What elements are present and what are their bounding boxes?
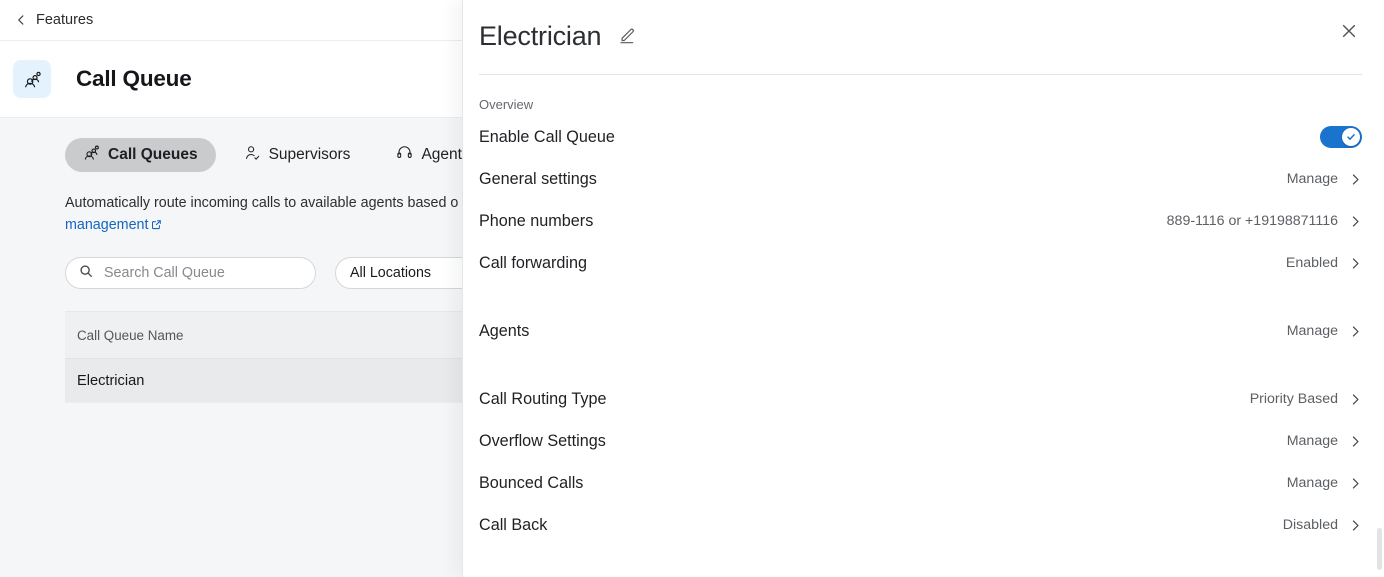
row-phone-numbers-control: 889-1116 or +19198871116 xyxy=(1167,213,1362,229)
external-link-icon xyxy=(151,215,162,230)
call-queue-detail-panel: Electrician Overview Enable Call Queue G… xyxy=(462,0,1384,577)
row-overflow-settings-control: Manage xyxy=(1287,433,1362,449)
section-spacer-two xyxy=(479,352,1362,378)
headset-icon xyxy=(396,144,413,166)
row-enable-call-queue-control xyxy=(1320,126,1362,148)
row-call-back[interactable]: Call Back Disabled xyxy=(479,504,1362,546)
row-agents-value: Manage xyxy=(1286,323,1338,339)
chevron-right-icon xyxy=(1349,477,1362,490)
location-filter-value: All Locations xyxy=(350,265,432,281)
row-call-routing-type[interactable]: Call Routing Type Priority Based xyxy=(479,378,1362,420)
row-bounced-calls[interactable]: Bounced Calls Manage xyxy=(479,462,1362,504)
breadcrumb-back-features[interactable]: Features xyxy=(13,8,95,32)
row-call-back-label: Call Back xyxy=(479,515,548,534)
call-queue-group-icon xyxy=(13,60,51,98)
tab-supervisors[interactable]: Supervisors xyxy=(226,138,369,172)
panel-body: Overview Enable Call Queue General setti… xyxy=(463,75,1384,577)
row-phone-numbers[interactable]: Phone numbers 889-1116 or +19198871116 xyxy=(479,200,1362,242)
tab-call-queues-label: Call Queues xyxy=(108,146,198,163)
search-icon xyxy=(79,264,93,283)
row-call-routing-type-value: Priority Based xyxy=(1249,391,1338,407)
row-agents[interactable]: Agents Manage xyxy=(479,310,1362,352)
row-call-forwarding[interactable]: Call forwarding Enabled xyxy=(479,242,1362,284)
toggle-knob xyxy=(1342,128,1360,146)
section-spacer-one xyxy=(479,284,1362,310)
row-overflow-settings-label: Overflow Settings xyxy=(479,431,606,450)
page-title: Call Queue xyxy=(76,66,192,91)
panel-title-row: Electrician xyxy=(479,14,1362,58)
person-check-icon xyxy=(244,144,261,166)
management-link[interactable]: management xyxy=(65,217,162,233)
close-x-icon[interactable] xyxy=(1340,22,1358,40)
row-call-forwarding-control: Enabled xyxy=(1286,255,1362,271)
search-call-queue-box[interactable] xyxy=(65,257,316,289)
row-phone-numbers-label: Phone numbers xyxy=(479,211,594,230)
column-header-call-queue-name: Call Queue Name xyxy=(77,327,184,343)
panel-title: Electrician xyxy=(479,20,602,51)
chevron-right-icon xyxy=(1349,393,1362,406)
row-call-forwarding-value: Enabled xyxy=(1285,255,1338,271)
row-bounced-calls-label: Bounced Calls xyxy=(479,473,584,492)
row-call-forwarding-label: Call forwarding xyxy=(479,253,587,272)
row-call-back-control: Disabled xyxy=(1283,517,1362,533)
row-bounced-calls-value: Manage xyxy=(1286,475,1338,491)
tab-call-queues[interactable]: Call Queues xyxy=(65,138,216,172)
chevron-right-icon xyxy=(1349,257,1362,270)
row-general-settings-label: General settings xyxy=(479,169,597,188)
management-link-label: management xyxy=(65,217,149,233)
tab-supervisors-label: Supervisors xyxy=(268,146,351,163)
row-call-back-value: Disabled xyxy=(1282,517,1338,533)
row-general-settings-value: Manage xyxy=(1286,171,1338,187)
row-general-settings[interactable]: General settings Manage xyxy=(479,158,1362,200)
breadcrumb-label: Features xyxy=(36,12,94,28)
search-input[interactable] xyxy=(104,265,302,281)
chevron-left-icon xyxy=(15,14,27,26)
group-icon xyxy=(83,144,100,166)
chevron-right-icon xyxy=(1349,519,1362,532)
overview-section-label: Overview xyxy=(479,97,534,112)
row-general-settings-control: Manage xyxy=(1287,171,1362,187)
row-enable-call-queue-label: Enable Call Queue xyxy=(479,127,615,146)
chevron-right-icon xyxy=(1349,435,1362,448)
row-bounced-calls-control: Manage xyxy=(1287,475,1362,491)
panel-divider xyxy=(479,74,1362,75)
row-enable-call-queue[interactable]: Enable Call Queue xyxy=(479,116,1362,158)
row-overflow-settings[interactable]: Overflow Settings Manage xyxy=(479,420,1362,462)
pencil-edit-icon[interactable] xyxy=(618,27,636,45)
chevron-right-icon xyxy=(1349,173,1362,186)
chevron-right-icon xyxy=(1349,215,1362,228)
description-text: Automatically route incoming calls to av… xyxy=(65,195,459,211)
enable-call-queue-toggle[interactable] xyxy=(1320,126,1362,148)
row-call-routing-type-control: Priority Based xyxy=(1250,391,1362,407)
row-agents-control: Manage xyxy=(1287,323,1362,339)
table-cell-call-queue-name: Electrician xyxy=(77,372,145,389)
chevron-right-icon xyxy=(1349,325,1362,338)
row-agents-label: Agents xyxy=(479,321,530,340)
row-phone-numbers-value: 889-1116 or +19198871116 xyxy=(1166,213,1338,229)
app-root: Features Call Queue Call Queues Supervis… xyxy=(0,0,1384,577)
row-overflow-settings-value: Manage xyxy=(1286,433,1338,449)
check-icon xyxy=(1347,134,1355,140)
row-call-routing-type-label: Call Routing Type xyxy=(479,389,607,408)
page-scrollbar[interactable] xyxy=(1377,528,1382,570)
panel-header: Electrician xyxy=(463,0,1384,75)
